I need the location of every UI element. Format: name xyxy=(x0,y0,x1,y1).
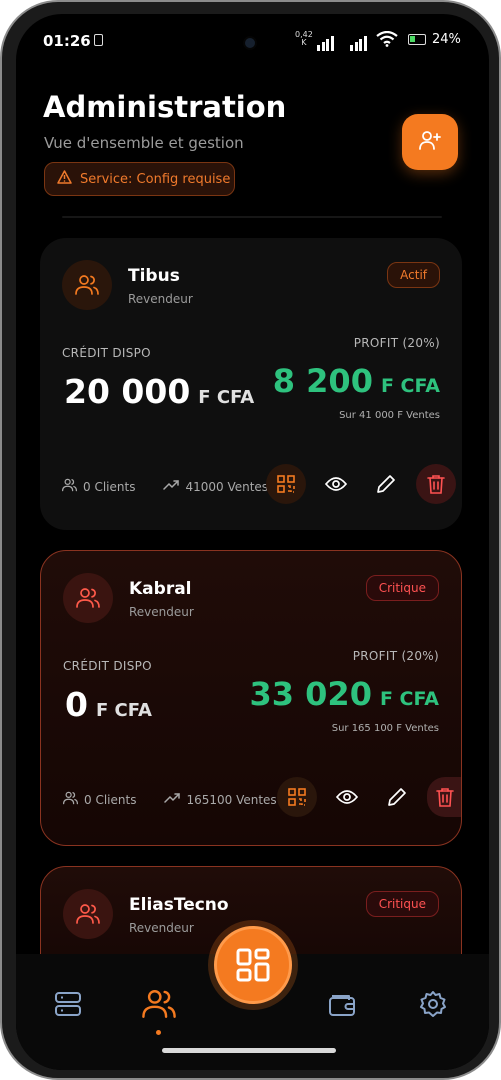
card-actions xyxy=(266,464,456,504)
warning-icon xyxy=(57,170,72,188)
delete-button[interactable] xyxy=(427,777,461,817)
network-speed-unit: K xyxy=(301,38,307,47)
view-button[interactable] xyxy=(316,464,356,504)
service-status-badge[interactable]: Service: Config requise xyxy=(44,162,235,196)
eye-icon xyxy=(325,477,347,491)
qr-code-button[interactable] xyxy=(277,777,317,817)
user-plus-icon xyxy=(418,128,442,156)
profit-amount: 33 020 xyxy=(249,675,372,713)
users-icon xyxy=(142,990,176,1018)
trending-up-icon xyxy=(164,792,181,807)
clients-icon xyxy=(63,791,78,808)
qr-code-button[interactable] xyxy=(266,464,306,504)
status-badge: Critique xyxy=(365,575,439,601)
active-indicator xyxy=(156,1030,161,1035)
reseller-role: Revendeur xyxy=(129,605,194,619)
nav-servers[interactable] xyxy=(48,984,88,1024)
battery-percent: 24% xyxy=(432,32,461,47)
reseller-name: Tibus xyxy=(128,266,180,286)
nav-settings[interactable] xyxy=(413,984,453,1024)
screen: 01:26 0,42 K 24% Administration Vue d'en… xyxy=(16,14,489,1070)
clients-count: 0 Clients xyxy=(83,479,136,494)
battery-icon xyxy=(408,34,426,45)
add-user-button[interactable] xyxy=(402,114,458,170)
signal-icon xyxy=(317,32,368,51)
profit-label: PROFIT (20%) xyxy=(353,336,440,350)
pencil-icon xyxy=(377,475,395,493)
reseller-role: Revendeur xyxy=(129,921,194,935)
wifi-icon xyxy=(376,30,398,51)
users-icon xyxy=(76,588,100,608)
status-bar: 01:26 0,42 K 24% xyxy=(16,14,489,64)
users-icon xyxy=(76,904,100,924)
delete-button[interactable] xyxy=(416,464,456,504)
status-time: 01:26 xyxy=(43,32,91,50)
clients-icon xyxy=(62,478,77,495)
clients-count: 0 Clients xyxy=(84,792,137,807)
profit-amount: 8 200 xyxy=(272,362,373,400)
trash-icon xyxy=(427,475,445,494)
qr-code-icon xyxy=(288,788,306,806)
nav-wallet[interactable] xyxy=(322,984,362,1024)
credit-label: CRÉDIT DISPO xyxy=(63,659,152,673)
sim-icon xyxy=(94,34,103,46)
avatar xyxy=(62,260,112,310)
credit-label: CRÉDIT DISPO xyxy=(62,346,151,360)
sales-count: 41000 Ventes xyxy=(185,479,269,494)
dashboard-button[interactable] xyxy=(214,926,292,1004)
server-icon xyxy=(55,992,81,1016)
reseller-role: Revendeur xyxy=(128,292,193,306)
profit-value: 8 200 F CFA xyxy=(273,362,440,400)
service-status-text: Service: Config requise xyxy=(80,171,231,187)
credit-amount: 0 xyxy=(65,685,88,724)
profit-sales-basis: Sur 165 100 F Ventes xyxy=(331,723,439,734)
reseller-stats: 0 Clients 41000 Ventes xyxy=(62,478,268,495)
credit-value: 0 F CFA xyxy=(65,685,152,724)
avatar xyxy=(63,889,113,939)
header-divider xyxy=(62,216,442,218)
avatar xyxy=(63,573,113,623)
profit-sales-basis: Sur 41 000 F Ventes xyxy=(339,410,440,421)
trending-up-icon xyxy=(163,479,180,494)
wallet-icon xyxy=(329,995,355,1016)
profit-value: 33 020 F CFA xyxy=(249,675,439,713)
front-camera xyxy=(243,36,257,50)
profit-currency: F CFA xyxy=(380,375,440,397)
trash-icon xyxy=(436,788,454,807)
pencil-icon xyxy=(388,788,406,806)
settings-icon xyxy=(420,991,446,1017)
phone-frame: 01:26 0,42 K 24% Administration Vue d'en… xyxy=(0,0,501,1080)
reseller-stats: 0 Clients 165100 Ventes xyxy=(63,791,277,808)
edit-button[interactable] xyxy=(377,777,417,817)
edit-button[interactable] xyxy=(366,464,406,504)
status-badge: Critique xyxy=(365,891,439,917)
credit-amount: 20 000 xyxy=(64,372,191,411)
eye-icon xyxy=(336,790,358,804)
dashboard-icon xyxy=(236,948,270,982)
profit-label: PROFIT (20%) xyxy=(352,649,439,663)
credit-currency: F CFA xyxy=(198,387,255,408)
reseller-card[interactable]: Tibus Revendeur Actif PROFIT (20%) CRÉDI… xyxy=(40,238,462,530)
reseller-name: Kabral xyxy=(129,579,192,599)
credit-value: 20 000 F CFA xyxy=(64,372,254,411)
status-badge: Actif xyxy=(387,262,440,288)
reseller-card[interactable]: Kabral Revendeur Critique PROFIT (20%) C… xyxy=(40,550,462,846)
view-button[interactable] xyxy=(327,777,367,817)
users-icon xyxy=(75,275,99,295)
profit-currency: F CFA xyxy=(379,688,439,710)
sales-count: 165100 Ventes xyxy=(186,792,277,807)
credit-currency: F CFA xyxy=(95,700,152,721)
card-actions xyxy=(277,777,461,817)
home-indicator[interactable] xyxy=(162,1048,336,1053)
page-title: Administration xyxy=(43,90,287,124)
network-speed: 0,42 K xyxy=(295,31,313,47)
nav-resellers[interactable] xyxy=(139,984,179,1024)
reseller-name: EliasTecno xyxy=(129,895,229,915)
qr-code-icon xyxy=(277,475,295,493)
page-subtitle: Vue d'ensemble et gestion xyxy=(44,134,244,152)
